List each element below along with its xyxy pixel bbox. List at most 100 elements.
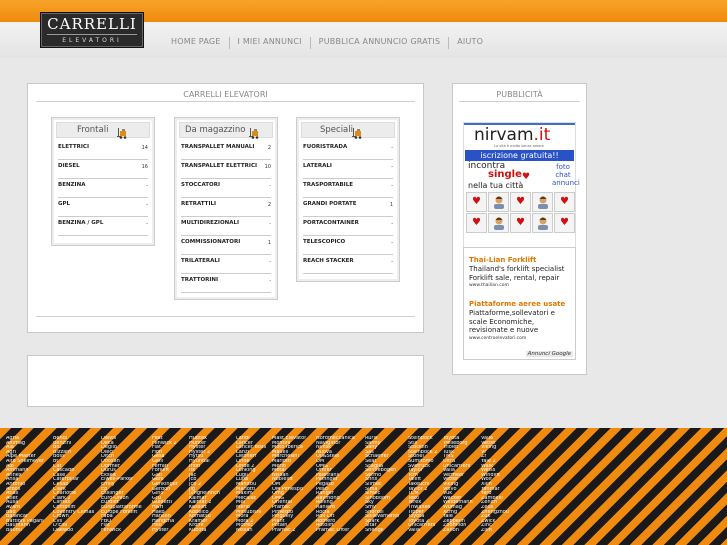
footer-brand-column: Toyota Trelleborg Triolet Tusk TMS Ultra Unica… bbox=[443, 436, 473, 532]
category-item[interactable]: BENZINA / GPL - bbox=[58, 216, 148, 236]
footer-brand-link[interactable]: Pramac 2 bbox=[272, 528, 306, 533]
profile-thumbnails: ♥ ♥ ♥ ♥ ♥ ♥ bbox=[466, 192, 575, 234]
category-item-label[interactable]: TRANSPALLET ELETTRICI bbox=[181, 163, 257, 169]
category-item[interactable]: GPL - bbox=[58, 197, 148, 217]
footer-brand-column: Ruris Sanny Sany Sas Schaeffer Seat Scaglia Sen… bbox=[365, 436, 399, 532]
profile-thumb[interactable] bbox=[532, 213, 553, 233]
google-label[interactable]: Annunci Google bbox=[525, 351, 573, 357]
banner-cta[interactable]: iscrizione gratuita!! bbox=[465, 150, 574, 161]
footer-brand-link[interactable]: Pramac Lifter bbox=[316, 528, 355, 533]
footer-brand-link[interactable]: Valla bbox=[408, 528, 437, 533]
category-item[interactable]: TRATTORINI - bbox=[181, 273, 271, 293]
logo-subtitle: ELEVATORI bbox=[62, 37, 122, 44]
category-box-2: Speciali FUORISTRADA - LATERALI - TRASPORTABI… bbox=[296, 117, 400, 282]
forklift-icon bbox=[352, 124, 364, 139]
category-item-count: 1 bbox=[267, 240, 271, 246]
profile-thumb[interactable]: ♥ bbox=[554, 192, 575, 212]
footer-brand-column: Valla Vetter Viking Vr Zf Yale 2 Walk Weiss Wind… bbox=[481, 436, 509, 532]
google-ad-1[interactable]: Thai-Lian Forklift Thailand's forklift s… bbox=[469, 256, 573, 288]
footer-brand-link[interactable]: Kubota bbox=[189, 528, 220, 533]
category-item[interactable]: BENZINA - bbox=[58, 178, 148, 198]
category-item-label[interactable]: PORTACONTAINER bbox=[303, 220, 359, 226]
category-item-label[interactable]: REACH STACKER bbox=[303, 258, 354, 264]
ad2-url[interactable]: www.centroelevatori.com bbox=[469, 336, 573, 341]
category-item-label[interactable]: TELESCOPICO bbox=[303, 239, 345, 245]
category-item-label[interactable]: DIESEL bbox=[58, 163, 80, 169]
secondary-panel bbox=[27, 355, 424, 407]
category-item-label[interactable]: GPL bbox=[58, 201, 70, 207]
category-item[interactable]: TRANSPALLET ELETTRICI 10 bbox=[181, 159, 271, 179]
nav-my-ads[interactable]: I MIEI ANNUNCI bbox=[230, 37, 311, 49]
category-item-count: 1 bbox=[389, 202, 393, 208]
category-item[interactable]: TRASPORTABILE - bbox=[303, 178, 393, 198]
category-item-label[interactable]: STOCCATORI bbox=[181, 182, 220, 188]
nav-publish-ad[interactable]: PUBBLICA ANNUNCIO GRATIS bbox=[311, 37, 450, 49]
footer-brand-link[interactable]: Zanon bbox=[443, 528, 473, 533]
category-title: Da magazzino bbox=[185, 125, 246, 135]
banner-line2: single bbox=[488, 169, 522, 180]
ad2-title[interactable]: Piattaforme aeree usate bbox=[469, 300, 573, 308]
footer-brand-link[interactable]: Fenwick bbox=[101, 528, 142, 533]
nav-help[interactable]: AIUTO bbox=[449, 37, 491, 49]
category-item-label[interactable]: TRATTORINI bbox=[181, 277, 218, 283]
category-item[interactable]: FUORISTRADA - bbox=[303, 140, 393, 160]
category-item-count: - bbox=[269, 221, 271, 227]
footer-brand-column: Bendi Benzini Biu Bizzarri Boss Bt Cat Cascade C… bbox=[53, 436, 94, 532]
category-item[interactable]: COMMISSIONATORI 1 bbox=[181, 235, 271, 255]
footer-brand-column: Hubtex Hunter Hyster Hyster 2 Hytsu Hyundai Ir… bbox=[189, 436, 220, 532]
banner-line3: nella tua città bbox=[468, 181, 524, 190]
category-item-label[interactable]: FUORISTRADA bbox=[303, 144, 347, 150]
footer-brand-link[interactable]: Hyster bbox=[152, 528, 178, 533]
category-item[interactable]: REACH STACKER - bbox=[303, 254, 393, 274]
category-item[interactable]: LATERALI - bbox=[303, 159, 393, 179]
profile-thumb[interactable]: ♥ bbox=[510, 213, 531, 233]
category-item-count: 16 bbox=[141, 164, 148, 170]
category-item-count: - bbox=[146, 221, 148, 227]
profile-thumb[interactable] bbox=[488, 213, 509, 233]
logo-name: CARRELLI bbox=[47, 15, 137, 33]
forklift-icon bbox=[249, 124, 261, 139]
category-item[interactable]: TRILATERALI - bbox=[181, 254, 271, 274]
category-item[interactable]: GRANDI PORTATE 1 bbox=[303, 197, 393, 217]
nav-home[interactable]: HOME PAGE bbox=[163, 37, 230, 49]
category-item-label[interactable]: TRANSPALLET MANUALI bbox=[181, 144, 254, 150]
footer-brand-link[interactable]: Baumi bbox=[6, 528, 44, 533]
profile-thumb[interactable]: ♥ bbox=[466, 213, 487, 233]
category-item[interactable]: ELETTRICI 14 bbox=[58, 140, 148, 160]
footer-brand-link[interactable]: Nissan bbox=[236, 528, 266, 533]
footer-brand-link[interactable]: Daewoo bbox=[53, 528, 94, 533]
category-item-label[interactable]: GRANDI PORTATE bbox=[303, 201, 357, 207]
category-item[interactable]: TELESCOPICO - bbox=[303, 235, 393, 255]
google-ad-2[interactable]: Piattaforme aeree usate Piattaforme,soll… bbox=[469, 300, 573, 341]
category-item-label[interactable]: TRILATERALI bbox=[181, 258, 220, 264]
category-item-label[interactable]: TRASPORTABILE bbox=[303, 182, 353, 188]
category-title: Frontali bbox=[77, 125, 109, 135]
category-item[interactable]: DIESEL 16 bbox=[58, 159, 148, 179]
category-item-count: - bbox=[391, 183, 393, 189]
profile-thumb[interactable]: ♥ bbox=[466, 192, 487, 212]
profile-thumb[interactable] bbox=[488, 192, 509, 212]
category-item[interactable]: MULTIDIREZIONALI - bbox=[181, 216, 271, 236]
category-item-label[interactable]: MULTIDIREZIONALI bbox=[181, 220, 239, 226]
ad1-title[interactable]: Thai-Lian Forklift bbox=[469, 256, 573, 264]
profile-thumb[interactable]: ♥ bbox=[554, 213, 575, 233]
category-item-label[interactable]: BENZINA bbox=[58, 182, 85, 188]
profile-thumb[interactable] bbox=[532, 192, 553, 212]
category-item-count: 14 bbox=[141, 145, 148, 151]
footer-brand-link[interactable]: Shengli bbox=[365, 528, 399, 533]
category-item-label[interactable]: LATERALI bbox=[303, 163, 332, 169]
category-item[interactable]: STOCCATORI - bbox=[181, 178, 271, 198]
category-item-label[interactable]: RETRATTILI bbox=[181, 201, 216, 207]
google-ads-box: Thai-Lian Forklift Thailand's forklift s… bbox=[463, 247, 576, 360]
category-item-count: 2 bbox=[267, 202, 271, 208]
category-item-label[interactable]: BENZINA / GPL bbox=[58, 220, 103, 226]
category-item-label[interactable]: ELETTRICI bbox=[58, 144, 89, 150]
category-item[interactable]: RETRATTILI 2 bbox=[181, 197, 271, 217]
profile-thumb[interactable]: ♥ bbox=[510, 192, 531, 212]
site-logo[interactable]: CARRELLI ELEVATORI bbox=[40, 12, 144, 48]
footer-brand-link[interactable]: Zilin bbox=[481, 528, 509, 533]
category-item[interactable]: TRANSPALLET MANUALI 2 bbox=[181, 140, 271, 160]
ad1-url[interactable]: www.thailian.com bbox=[469, 283, 573, 288]
category-item[interactable]: PORTACONTAINER - bbox=[303, 216, 393, 236]
category-item-label[interactable]: COMMISSIONATORI bbox=[181, 239, 240, 245]
